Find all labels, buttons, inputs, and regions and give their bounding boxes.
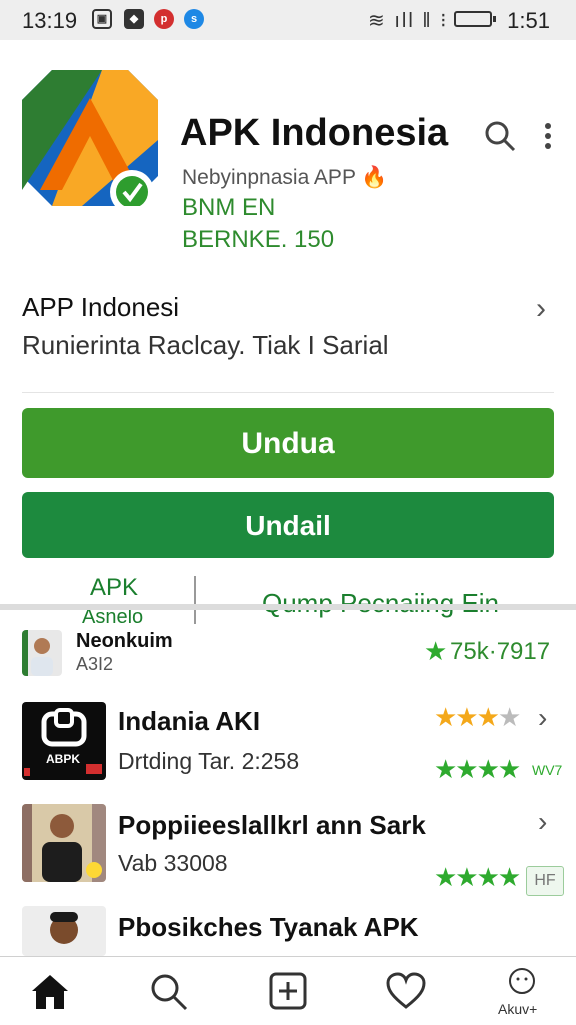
info-row-title[interactable]: APP Indonesi <box>22 292 179 323</box>
list-item[interactable]: ABPK Indania AKI Drtding Tar. 2:258 ★★★★… <box>0 700 576 784</box>
status-clock: 1:51 <box>507 8 550 33</box>
section-divider <box>0 604 576 610</box>
list-item-subtitle: Drtding Tar. 2:258 <box>118 748 300 774</box>
bottom-navigation: Akuv+ <box>0 956 576 1025</box>
abpk-thumbnail: ABPK <box>22 702 106 780</box>
battery-icon <box>454 11 496 27</box>
abpk-logo-icon <box>24 708 102 776</box>
abpk-logo-text: ABPK <box>46 752 81 766</box>
app-title: APK Indonesia <box>180 112 449 154</box>
chevron-right-icon[interactable]: › <box>538 702 547 734</box>
app-logo <box>22 70 158 206</box>
search-icon[interactable] <box>146 969 190 1013</box>
rating-small: WV7 <box>532 762 563 778</box>
shazam-icon: s <box>184 9 204 29</box>
rating-count: 75k·7917 <box>450 638 551 665</box>
status-bar: 13:19 ▣ ◆ p s ≋ ıll ‖ ⁝ 1:51 <box>0 0 576 40</box>
pinterest-icon: p <box>154 9 174 29</box>
gallery-icon: ▣ <box>92 9 112 29</box>
list-item-title: Indania AKI <box>118 706 261 736</box>
person-thumbnail <box>22 804 106 882</box>
list-item-subtitle: A3I2 <box>76 654 114 674</box>
app-header: APK Indonesia Nebyinpnasia APP 🔥 BNM EN … <box>0 40 576 628</box>
vertical-divider <box>194 576 196 624</box>
heart-icon[interactable] <box>384 969 428 1013</box>
star-rating: ★★★★ <box>434 702 521 732</box>
list-item-title: Poppiieeslallkrl ann Sark <box>118 810 426 840</box>
avatar <box>22 630 62 676</box>
chevron-right-icon[interactable]: › <box>536 292 546 326</box>
star-icon: ★ <box>424 636 447 666</box>
more-icon[interactable] <box>538 118 558 154</box>
list-item[interactable]: Neonkuim A3I2 ★ 75k·7917 <box>0 622 576 682</box>
app-icon: ◆ <box>124 9 144 29</box>
app-meta-2: BERNKE. 150 <box>182 226 335 253</box>
list-item[interactable]: Poppiieeslallkrl ann Sark Vab 33008 › ★★… <box>0 802 576 896</box>
status-time: 13:19 <box>22 8 78 33</box>
info-row-subtitle: Runierinta Raclcay. Tiak I Sarial <box>22 330 389 360</box>
list-item-title: Pbosikches Tyanak APK <box>118 912 419 942</box>
account-icon[interactable] <box>502 963 542 1003</box>
apk-label[interactable]: APK <box>90 574 138 602</box>
developer-label: Nebyinpnasia APP <box>182 166 356 189</box>
search-icon[interactable] <box>482 118 518 154</box>
flame-icon: 🔥 <box>361 166 388 189</box>
list-item[interactable]: Pbosikches Tyanak APK <box>0 904 576 956</box>
person-thumbnail <box>22 906 106 956</box>
developer-name[interactable]: Nebyinpnasia APP 🔥 <box>182 166 388 190</box>
nav-label-account: Akuv+ <box>498 1001 538 1017</box>
download-button[interactable]: Undail <box>22 492 554 558</box>
star-rating: ★★★★ <box>434 754 521 784</box>
badge: HF <box>526 866 564 896</box>
install-button[interactable]: Undua <box>22 408 554 478</box>
list-item-subtitle: Vab 33008 <box>118 850 228 876</box>
app-meta-1: BNM EN <box>182 194 276 221</box>
add-icon[interactable] <box>266 969 310 1013</box>
star-rating: ★★★★ <box>434 862 521 892</box>
list-item-title: Neonkuim <box>76 630 173 652</box>
divider <box>22 392 554 393</box>
home-icon[interactable] <box>28 969 72 1013</box>
chevron-right-icon[interactable]: › <box>538 806 547 838</box>
signal-icons: ≋ ıll ‖ ⁝ <box>368 10 449 32</box>
